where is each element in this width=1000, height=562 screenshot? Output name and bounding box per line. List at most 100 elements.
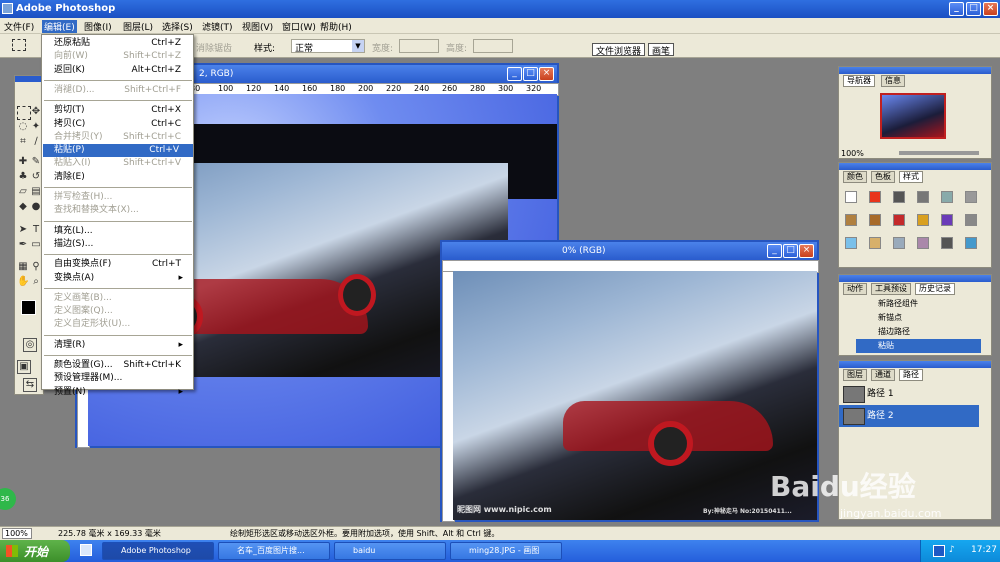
edit-menu-item[interactable]: 剪切(T) Ctrl+X: [54, 104, 189, 117]
style-swatch[interactable]: [965, 214, 977, 226]
menu-window[interactable]: 窗口(W): [282, 20, 316, 33]
menu-help[interactable]: 帮助(H): [320, 20, 352, 33]
lasso-icon[interactable]: ◌: [17, 121, 29, 133]
doc1-maximize-button[interactable]: □: [523, 67, 538, 81]
menu-view[interactable]: 视图(V): [242, 20, 273, 33]
width-input[interactable]: [399, 39, 439, 53]
menu-select[interactable]: 选择(S): [162, 20, 193, 33]
edit-menu-item[interactable]: 预设管理器(M)...: [54, 372, 189, 385]
tab-color[interactable]: 颜色: [843, 171, 867, 183]
style-swatch[interactable]: [893, 191, 905, 203]
maximize-button[interactable]: □: [966, 2, 981, 16]
quick-mask-icon[interactable]: ◎: [23, 338, 37, 352]
stamp-icon[interactable]: ♣: [17, 171, 29, 183]
doc2-maximize-button[interactable]: □: [783, 244, 798, 258]
tab-swatches[interactable]: 色板: [871, 171, 895, 183]
tab-layers[interactable]: 图层: [843, 369, 867, 381]
history-item-selected[interactable]: 粘贴: [856, 339, 981, 353]
tab-history[interactable]: 历史记录: [915, 283, 955, 295]
minimize-button[interactable]: _: [949, 2, 964, 16]
style-swatch[interactable]: [845, 191, 857, 203]
status-zoom[interactable]: 100%: [2, 528, 32, 539]
marquee-icon[interactable]: [17, 106, 31, 120]
history-item[interactable]: 新锚点: [856, 311, 981, 325]
edit-menu-item[interactable]: 填充(L)...: [54, 225, 189, 238]
style-swatch[interactable]: [917, 237, 929, 249]
edit-menu-item[interactable]: 描边(S)...: [54, 238, 189, 251]
style-swatch[interactable]: [965, 237, 977, 249]
style-swatch[interactable]: [893, 214, 905, 226]
crop-icon[interactable]: ⌗: [17, 136, 29, 148]
edit-menu-item[interactable]: 自由变换点(F) Ctrl+T: [54, 258, 189, 271]
style-swatch[interactable]: [869, 237, 881, 249]
edit-menu-item[interactable]: 粘贴(P) Ctrl+V: [43, 144, 193, 158]
blur-icon[interactable]: ◆: [17, 201, 29, 213]
edit-menu-item[interactable]: 拷贝(C) Ctrl+C: [54, 118, 189, 131]
edit-menu-item[interactable]: 还原粘贴 Ctrl+Z: [54, 37, 189, 50]
edit-menu-item[interactable]: 变换点(A) ▸: [54, 272, 189, 285]
taskbar-photoshop[interactable]: Adobe Photoshop: [102, 542, 214, 560]
doc1-close-button[interactable]: ×: [539, 67, 554, 81]
style-swatch[interactable]: [917, 191, 929, 203]
navigator-zoom[interactable]: 100%: [841, 149, 864, 158]
menu-filter[interactable]: 滤镜(T): [202, 20, 233, 33]
tab-file-browser[interactable]: 文件浏览器: [592, 43, 646, 57]
taskbar-baidu-folder[interactable]: baidu: [334, 542, 446, 560]
volume-icon[interactable]: ♪: [949, 545, 955, 555]
tab-tool-presets[interactable]: 工具预设: [871, 283, 911, 295]
taskbar-browser[interactable]: 名车_百度图片搜...: [218, 542, 330, 560]
document-2-title-bar[interactable]: 0% (RGB) _ □ ×: [442, 242, 817, 260]
tab-paths[interactable]: 路径: [899, 369, 923, 381]
history-item[interactable]: 描边路径: [856, 325, 981, 339]
style-select[interactable]: 正常 ▼: [291, 39, 365, 54]
style-swatch[interactable]: [845, 237, 857, 249]
foreground-color-swatch[interactable]: [21, 300, 36, 315]
quicklaunch-desktop-icon[interactable]: [80, 544, 92, 556]
tab-styles[interactable]: 样式: [899, 171, 923, 183]
style-swatch[interactable]: [965, 191, 977, 203]
jump-to-imageready-icon[interactable]: ⇆: [23, 378, 37, 392]
screen-mode-icon[interactable]: ▣: [17, 360, 31, 374]
style-swatch[interactable]: [917, 214, 929, 226]
path-row-selected[interactable]: 路径 2: [839, 405, 979, 427]
healing-icon[interactable]: ✚: [17, 156, 29, 168]
menu-edit[interactable]: 编辑(E): [42, 20, 77, 33]
history-item[interactable]: 新路径组件: [856, 297, 981, 311]
menu-file[interactable]: 文件(F): [4, 20, 34, 33]
menu-image[interactable]: 图像(I): [84, 20, 112, 33]
style-swatch[interactable]: [941, 237, 953, 249]
style-swatch[interactable]: [869, 191, 881, 203]
tab-actions[interactable]: 动作: [843, 283, 867, 295]
pen-icon[interactable]: ✒: [17, 239, 29, 251]
notes-icon[interactable]: ▦: [17, 261, 29, 273]
style-swatch[interactable]: [941, 214, 953, 226]
style-swatch[interactable]: [941, 191, 953, 203]
menu-layer[interactable]: 图层(L): [123, 20, 153, 33]
navigator-zoom-slider[interactable]: [899, 151, 979, 155]
path-row[interactable]: 路径 1: [839, 383, 979, 405]
hand-icon[interactable]: ✋: [17, 276, 29, 288]
style-swatch[interactable]: [893, 237, 905, 249]
taskbar-paint[interactable]: ming28.JPG - 画图: [450, 542, 562, 560]
edit-menu-item[interactable]: 颜色设置(G)... Shift+Ctrl+K: [54, 359, 189, 372]
path-select-icon[interactable]: ➤: [17, 224, 29, 236]
style-swatch[interactable]: [845, 214, 857, 226]
edit-menu-item[interactable]: 预置(N) ▸: [54, 386, 189, 399]
edit-menu-item[interactable]: 返回(K) Alt+Ctrl+Z: [54, 64, 189, 77]
style-swatch[interactable]: [869, 214, 881, 226]
tab-brushes[interactable]: 画笔: [648, 43, 675, 57]
close-button[interactable]: ×: [983, 2, 998, 16]
height-input[interactable]: [473, 39, 513, 53]
start-button[interactable]: 开始: [0, 540, 70, 562]
tab-navigator[interactable]: 导航器: [843, 75, 875, 87]
eraser-icon[interactable]: ▱: [17, 186, 29, 198]
doc2-minimize-button[interactable]: _: [767, 244, 782, 258]
tab-info[interactable]: 信息: [881, 75, 905, 87]
doc2-close-button[interactable]: ×: [799, 244, 814, 258]
tab-channels[interactable]: 通道: [871, 369, 895, 381]
edit-menu-item[interactable]: 清理(R) ▸: [54, 339, 189, 352]
doc1-minimize-button[interactable]: _: [507, 67, 522, 81]
network-icon[interactable]: [933, 545, 945, 557]
edit-menu-item[interactable]: 清除(E): [54, 171, 189, 184]
marquee-tool-icon[interactable]: [12, 39, 26, 51]
